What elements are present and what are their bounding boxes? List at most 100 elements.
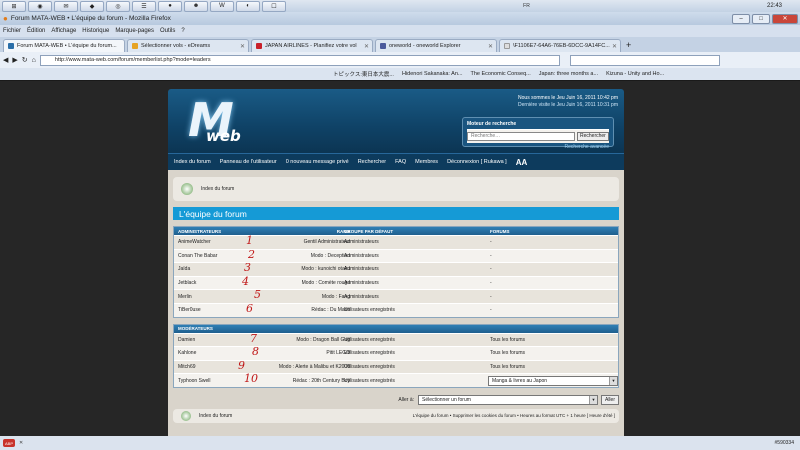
member-group[interactable]: Utilisateurs enregistrés (344, 378, 395, 384)
member-name[interactable]: Typhoon Swell (178, 378, 211, 384)
nav-faq[interactable]: FAQ (395, 159, 406, 165)
member-group[interactable]: Administrateurs (344, 280, 379, 286)
taskbar-app-icon[interactable]: ☻ (184, 0, 208, 12)
nav-logout[interactable]: Déconnexion [ Rukawa ] (447, 159, 507, 165)
status-bar: ABP ✕ #590334 (0, 436, 800, 450)
breadcrumb-index-link[interactable]: Index du forum (201, 186, 234, 192)
member-name[interactable]: Conan The Babar (178, 253, 217, 259)
nav-private-messages[interactable]: 0 nouveau message privé (286, 159, 349, 165)
tab-oneworld[interactable]: oneworld - oneworld Explorer ✕ (375, 39, 497, 52)
language-indicator[interactable]: FR (523, 3, 530, 9)
taskbar-app-icon[interactable]: ● (158, 0, 182, 12)
new-tab-button[interactable]: + (626, 40, 631, 50)
menu-edit[interactable]: Édition (27, 28, 45, 34)
tab-edreams[interactable]: Sélectionner vols - eDreams ✕ (127, 39, 249, 52)
member-name[interactable]: Jetblack (178, 280, 196, 286)
taskbar-app-icon[interactable]: W (210, 0, 234, 12)
nav-user-panel[interactable]: Panneau de l'utilisateur (220, 159, 277, 165)
nav-search[interactable]: Rechercher (358, 159, 386, 165)
adblock-icon[interactable]: ABP (3, 439, 15, 447)
close-tab-icon[interactable]: ✕ (488, 43, 493, 50)
forum-footer: Index du forum L'équipe du forum • Suppr… (173, 408, 619, 423)
tab-label: oneworld - oneworld Explorer (389, 43, 461, 49)
taskbar-app-icon[interactable]: ◐ (236, 0, 260, 12)
bookmark-item[interactable]: Japan: three months a... (539, 71, 598, 77)
start-button[interactable]: ⊞ (2, 0, 26, 12)
close-window-button[interactable]: ✕ (772, 13, 798, 24)
member-group[interactable]: Utilisateurs enregistrés (344, 350, 395, 356)
browser-search-input[interactable] (569, 54, 720, 66)
reload-icon[interactable]: ↻ (22, 56, 28, 64)
member-name[interactable]: Jaïda (178, 266, 190, 272)
member-name[interactable]: Damien (178, 337, 195, 343)
member-group[interactable]: Utilisateurs enregistrés (344, 364, 395, 370)
forward-icon[interactable]: ▶ (12, 56, 17, 64)
maximize-button[interactable]: □ (752, 13, 770, 24)
handwritten-number: 4 (242, 274, 249, 288)
font-size-toggle[interactable]: AA (516, 158, 528, 167)
window-title: Forum MATA-WEB • L'équipe du forum - Moz… (10, 15, 171, 22)
menu-view[interactable]: Affichage (51, 28, 76, 34)
current-date: Nous sommes le Jeu Juin 16, 2011 10:42 p… (518, 95, 618, 101)
moderators-table: MODÉRATEURS Damien Modo : Dragon Ball Gag… (173, 323, 619, 388)
close-tab-icon[interactable]: ✕ (612, 43, 617, 50)
nav-forum-index[interactable]: Index du forum (174, 159, 211, 165)
bookmark-item[interactable]: Kizuna - Unity and Ho... (606, 71, 664, 77)
taskbar-app-icon[interactable]: ☐ (262, 0, 286, 12)
table-row: Jetblack Modo : Comète rouge Administrateu… (174, 274, 618, 290)
member-name[interactable]: TiBer0use (178, 307, 201, 313)
member-name[interactable]: AnimeWatcher (178, 239, 211, 245)
close-tab-icon[interactable]: ✕ (364, 43, 369, 50)
menu-bookmarks[interactable]: Marque-pages (115, 28, 154, 34)
member-name[interactable]: Kahlone (178, 350, 196, 356)
tab-file[interactable]: \F1106E7-64A6-76EB-6DCC-9A14FC... ✕ (499, 39, 621, 52)
advanced-search-link[interactable]: Recherche avancée (467, 144, 609, 150)
search-panel: Moteur de recherche Recherche… Recherche… (462, 117, 614, 150)
footer-index-link[interactable]: Index du forum (199, 413, 232, 419)
member-group[interactable]: Utilisateurs enregistrés (344, 337, 395, 343)
mata-web-logo[interactable]: M web (180, 93, 250, 148)
forum-select[interactable]: Manga & livres au Japon ▼ (488, 375, 618, 386)
tab-jal[interactable]: JAPAN AIRLINES - Planifiez votre vol ✕ (251, 39, 373, 52)
minimize-button[interactable]: – (732, 13, 750, 24)
forum-home-icon[interactable] (181, 183, 193, 195)
bookmark-item[interactable]: Hidenori Sakanaka: An... (402, 71, 463, 77)
member-rank: Modo : Comète rouge (301, 280, 350, 287)
mods-rows: Damien Modo : Dragon Ball Gag Utilisateurs… (174, 332, 618, 387)
footer-links[interactable]: L'équipe du forum • Supprimer les cookie… (413, 413, 615, 418)
member-forums: Tous les forums (490, 336, 526, 343)
taskbar-app-icon[interactable]: ◎ (106, 0, 130, 12)
taskbar-app-icon[interactable]: ✉ (54, 0, 78, 12)
back-icon[interactable]: ◀ (3, 56, 8, 64)
member-group[interactable]: Administrateurs (344, 266, 379, 272)
jump-go-button[interactable]: Aller (600, 394, 619, 405)
member-group[interactable]: Administrateurs (344, 239, 379, 245)
close-icon[interactable]: ✕ (19, 440, 23, 446)
menu-help[interactable]: ? (181, 28, 184, 34)
bookmark-item[interactable]: The Economic Conseq... (471, 71, 531, 77)
member-name[interactable]: Merlin (178, 294, 192, 300)
nav-members[interactable]: Membres (415, 159, 438, 165)
jump-forum-select[interactable]: Sélectionner un forum ▼ (417, 394, 598, 405)
member-name[interactable]: Mitch69 (178, 364, 196, 370)
taskbar-app-icon[interactable]: ☰ (132, 0, 156, 12)
bookmark-item[interactable]: トピックス:東日本大震... (333, 70, 394, 78)
clock[interactable]: 22:43 (767, 3, 782, 9)
table-header: MODÉRATEURS (174, 324, 618, 333)
forum-search-input[interactable]: Recherche… (467, 131, 575, 141)
taskbar-app-icon[interactable]: ◆ (80, 0, 104, 12)
home-icon[interactable]: ⌂ (32, 57, 36, 64)
search-button[interactable]: Rechercher (577, 131, 609, 141)
tab-forum[interactable]: Forum MATA-WEB • L'équipe du forum... (3, 39, 125, 52)
menu-history[interactable]: Historique (82, 28, 109, 34)
taskbar-app-icon[interactable]: ◉ (28, 0, 52, 12)
close-tab-icon[interactable]: ✕ (240, 43, 245, 50)
forum-home-icon[interactable] (181, 410, 191, 421)
member-group[interactable]: Utilisateurs enregistrés (344, 307, 395, 313)
url-bar[interactable]: http://www.mata-web.com/forum/memberlist… (39, 54, 560, 66)
table-row: Typhoon Swell Rédac : 20th Century Boy Uti… (174, 372, 618, 387)
member-group[interactable]: Administrateurs (344, 294, 379, 300)
menu-file[interactable]: Fichier (3, 28, 21, 34)
menu-tools[interactable]: Outils (160, 28, 175, 34)
member-group[interactable]: Administrateurs (344, 253, 379, 259)
